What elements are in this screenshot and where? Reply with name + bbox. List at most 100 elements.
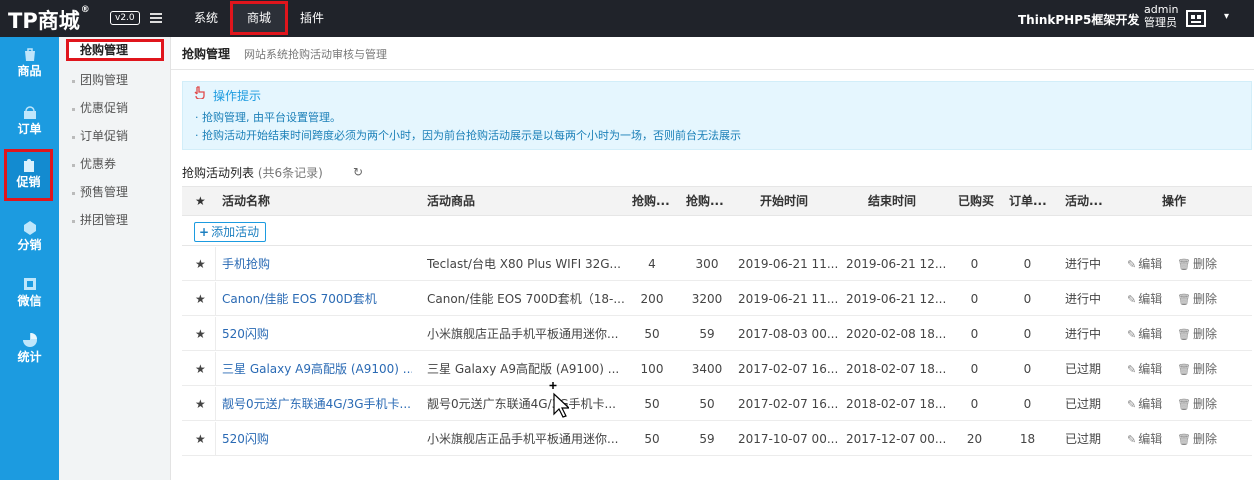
divider (215, 282, 216, 316)
refresh-icon[interactable]: ↻ (353, 165, 363, 179)
submenu-item-discount[interactable]: 优惠促销 (80, 97, 128, 119)
activity-name-link[interactable]: 520闪购 (222, 422, 412, 456)
table-header: ★ 活动名称 活动商品 抢购... 抢购... 开始时间 结束时间 已购买 订单… (182, 186, 1252, 216)
order-count: 0 (1023, 292, 1032, 306)
delete-label: 删除 (1192, 327, 1217, 341)
submenu-item-order-promo[interactable]: 订单促销 (80, 125, 128, 147)
edit-button[interactable]: ✎ 编辑 (1127, 387, 1177, 421)
edit-button[interactable]: ✎ 编辑 (1127, 247, 1177, 281)
col-start-time[interactable]: 开始时间 (760, 187, 808, 215)
activity-name-link[interactable]: 三星 Galaxy A9高配版 (A9100) ... (222, 352, 412, 386)
tab-system[interactable]: 系统 (182, 0, 230, 37)
start-time: 2017-10-07 00... (738, 432, 839, 446)
flash-qty: 50 (699, 397, 715, 411)
goods-icon (24, 48, 35, 61)
tips-title[interactable]: 操作提示 (213, 87, 261, 104)
col-activity-name[interactable]: 活动名称 (222, 187, 270, 215)
flash-price: 4 (648, 257, 656, 271)
trash-icon: 🗑 (1177, 363, 1191, 376)
delete-button[interactable]: 🗑 删除 (1177, 282, 1237, 316)
delete-button[interactable]: 🗑 删除 (1177, 317, 1237, 351)
user-info[interactable]: admin 管理员 (1144, 3, 1178, 29)
delete-button[interactable]: 🗑 删除 (1177, 247, 1237, 281)
col-status[interactable]: 活动... (1065, 187, 1103, 215)
submenu-item-group-buy[interactable]: 团购管理 (80, 69, 128, 91)
submenu-item-presale[interactable]: 预售管理 (80, 181, 128, 203)
edit-button[interactable]: ✎ 编辑 (1127, 352, 1177, 386)
logo[interactable]: TP商城® (8, 5, 90, 35)
start-time: 2019-06-21 11... (738, 292, 839, 306)
col-end-time[interactable]: 结束时间 (868, 187, 916, 215)
flash-price: 200 (640, 292, 664, 306)
rail-item-stats[interactable]: 统计 (0, 327, 59, 377)
tab-mall[interactable]: 商城 (230, 1, 289, 35)
menu-toggle-icon[interactable] (150, 13, 162, 23)
col-orders[interactable]: 订单... (1009, 187, 1047, 215)
rail-item-distribution[interactable]: 分销 (0, 215, 59, 265)
list-title-text: 抢购活动列表 (182, 166, 255, 180)
status-text: 进行中 (1065, 292, 1102, 306)
rail-label: 订单 (17, 122, 42, 136)
star-icon[interactable]: ★ (195, 282, 206, 316)
table-row: ★ 三星 Galaxy A9高配版 (A9100) ... 三星 Galaxy … (182, 352, 1252, 386)
main-content: 抢购管理 网站系统抢购活动审核与管理 操作提示 · 抢购管理, 由平台设置管理。… (171, 37, 1254, 480)
submenu-item-flash-sale[interactable]: 抢购管理 (66, 39, 164, 61)
delete-button[interactable]: 🗑 删除 (1177, 422, 1237, 456)
status-text: 进行中 (1065, 257, 1102, 271)
rail-label: 促销 (16, 175, 41, 189)
edit-label: 编辑 (1138, 362, 1163, 376)
end-time: 2018-02-07 18... (846, 362, 947, 376)
rail-item-goods[interactable]: 商品 (0, 41, 59, 91)
activity-goods: Teclast/台电 X80 Plus WIFI 32G... (427, 257, 621, 271)
star-icon: ★ (195, 194, 206, 208)
delete-label: 删除 (1192, 362, 1217, 376)
edit-button[interactable]: ✎ 编辑 (1127, 282, 1177, 316)
stats-icon (22, 333, 37, 347)
user-caret-icon[interactable]: ▾ (1224, 11, 1229, 22)
flash-price: 50 (644, 432, 660, 446)
rail-item-orders[interactable]: 订单 (0, 99, 59, 149)
admin-avatar-icon[interactable] (1186, 9, 1206, 27)
star-icon[interactable]: ★ (195, 387, 206, 421)
divider (215, 387, 216, 421)
activity-goods: 小米旗舰店正品手机平板通用迷你... (427, 327, 619, 341)
submenu-dot (72, 164, 75, 167)
delete-button[interactable]: 🗑 删除 (1177, 387, 1237, 421)
submenu-item-coupons[interactable]: 优惠券 (80, 153, 116, 175)
end-time: 2018-02-07 18... (846, 397, 947, 411)
star-icon[interactable]: ★ (195, 247, 206, 281)
col-activity-goods[interactable]: 活动商品 (427, 187, 475, 215)
divider (215, 422, 216, 456)
delete-button[interactable]: 🗑 删除 (1177, 352, 1237, 386)
star-icon[interactable]: ★ (195, 422, 206, 456)
activity-name-link[interactable]: 520闪购 (222, 317, 412, 351)
rail-item-wechat[interactable]: 微信 (0, 271, 59, 321)
divider (171, 69, 1254, 70)
activity-name-link[interactable]: 靓号0元送广东联通4G/3G手机卡... (222, 387, 412, 421)
status-text: 已过期 (1065, 397, 1102, 411)
list-title: 抢购活动列表 (共6条记录) (182, 164, 323, 181)
edit-button[interactable]: ✎ 编辑 (1127, 317, 1177, 351)
activity-name-link[interactable]: 手机抢购 (222, 247, 412, 281)
status-text: 进行中 (1065, 327, 1102, 341)
edit-icon: ✎ (1127, 433, 1137, 446)
sub-menu: 抢购管理 团购管理 优惠促销 订单促销 优惠券 预售管理 拼团管理 (59, 37, 171, 480)
table-row: ★ 520闪购 小米旗舰店正品手机平板通用迷你... 50 59 2017-08… (182, 317, 1252, 351)
distribution-icon (23, 221, 36, 235)
end-time: 2019-06-21 12... (846, 292, 947, 306)
table-row: ★ Canon/佳能 EOS 700D套机 Canon/佳能 EOS 700D套… (182, 282, 1252, 316)
star-icon[interactable]: ★ (195, 352, 206, 386)
edit-button[interactable]: ✎ 编辑 (1127, 422, 1177, 456)
brand-text[interactable]: ThinkPHP5框架开发 (1018, 11, 1139, 28)
wechat-icon (23, 278, 36, 290)
activity-name-link[interactable]: Canon/佳能 EOS 700D套机 (222, 282, 412, 316)
rail-item-promotion[interactable]: 促销 (4, 149, 53, 201)
star-icon[interactable]: ★ (195, 317, 206, 351)
col-bought[interactable]: 已购买 (958, 187, 994, 215)
col-flash-qty[interactable]: 抢购... (686, 187, 724, 215)
col-flash-price[interactable]: 抢购... (632, 187, 670, 215)
edit-label: 编辑 (1138, 292, 1163, 306)
add-activity-button[interactable]: + 添加活动 (194, 222, 267, 242)
tab-plugins[interactable]: 插件 (288, 0, 336, 37)
submenu-item-team-buy[interactable]: 拼团管理 (80, 209, 128, 231)
